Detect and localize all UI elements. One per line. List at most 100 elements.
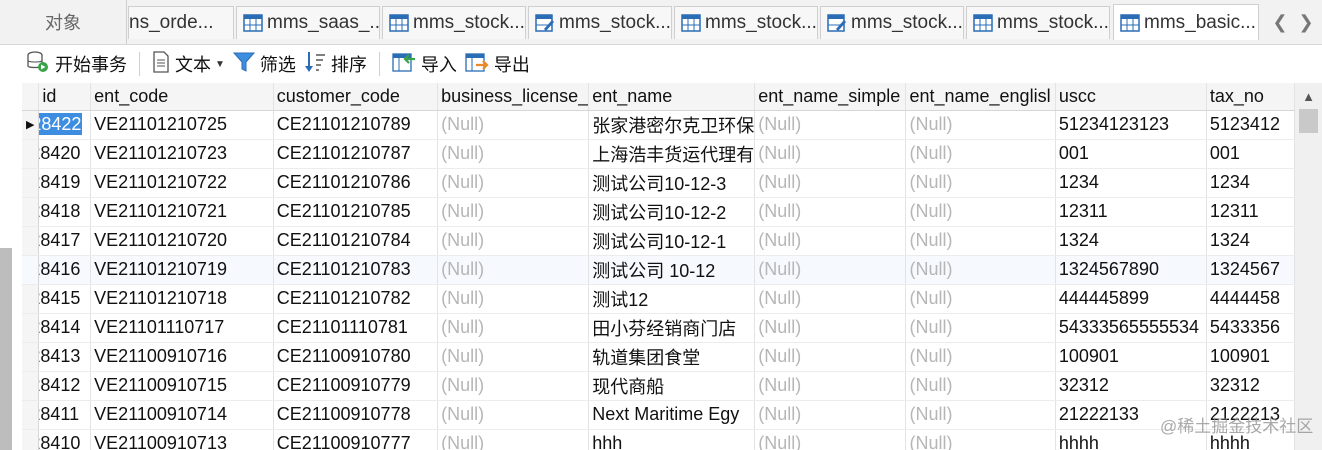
export-button[interactable]: 导出	[461, 49, 534, 79]
cell-customer-code[interactable]: CE21100910780	[273, 342, 439, 372]
cell-uscc[interactable]: 1234	[1055, 168, 1207, 198]
cell-ent-name[interactable]: Next Maritime Egy	[588, 400, 756, 430]
row-indicator[interactable]	[22, 139, 40, 169]
cell-ent-name[interactable]: 现代商船	[588, 371, 756, 401]
cell-customer-code[interactable]: CE21100910778	[273, 400, 439, 430]
row-indicator[interactable]	[22, 197, 40, 227]
cell-ent-name-simple[interactable]: (Null)	[754, 168, 907, 198]
column-header-tax-no[interactable]: tax_no	[1206, 83, 1295, 111]
cell-id[interactable]: 28412	[38, 371, 92, 401]
table-row[interactable]: 28420VE21101210723CE21101210787(Null)上海浩…	[22, 139, 1295, 169]
cell-tax-no[interactable]: 001	[1206, 139, 1295, 169]
cell-id[interactable]: 28416	[38, 255, 92, 285]
row-indicator[interactable]	[22, 313, 40, 343]
cell-ent-code[interactable]: VE21101210722	[90, 168, 274, 198]
scroll-up-button[interactable]: ▲	[1295, 85, 1322, 107]
column-header-ent-name-english[interactable]: ent_name_englisl	[905, 83, 1056, 111]
cell-ent-code[interactable]: VE21100910716	[90, 342, 274, 372]
table-row[interactable]: ▶28422VE21101210725CE21101210789(Null)张家…	[22, 110, 1295, 140]
cell-business-license[interactable]: (Null)	[437, 197, 590, 227]
cell-business-license[interactable]: (Null)	[437, 371, 590, 401]
cell-id[interactable]: 28419	[38, 168, 92, 198]
row-indicator[interactable]	[22, 371, 40, 401]
tab-scroll-left-button[interactable]: ❮	[1268, 6, 1292, 39]
cell-customer-code[interactable]: CE21101210789	[273, 110, 439, 140]
cell-business-license[interactable]: (Null)	[437, 429, 590, 450]
cell-ent-name[interactable]: 张家港密尔克卫环保	[588, 110, 756, 140]
import-button[interactable]: 导入	[388, 49, 461, 79]
cell-customer-code[interactable]: CE21101210785	[273, 197, 439, 227]
cell-customer-code[interactable]: CE21101210782	[273, 284, 439, 314]
cell-ent-name[interactable]: 测试12	[588, 284, 756, 314]
cell-uscc[interactable]: 444445899	[1055, 284, 1207, 314]
cell-ent-name-english[interactable]: (Null)	[905, 255, 1056, 285]
cell-tax-no[interactable]: 12311	[1206, 197, 1295, 227]
tab-mms-basic[interactable]: mms_basic...	[1113, 4, 1259, 40]
text-button[interactable]: 文本 ▼	[148, 49, 229, 79]
begin-transaction-button[interactable]: 开始事务	[22, 49, 131, 79]
cell-customer-code[interactable]: CE21101210784	[273, 226, 439, 256]
cell-business-license[interactable]: (Null)	[437, 400, 590, 430]
tab-objects[interactable]: 对象	[0, 0, 127, 44]
cell-business-license[interactable]: (Null)	[437, 284, 590, 314]
cell-ent-name-simple[interactable]: (Null)	[754, 255, 907, 285]
cell-ent-name-english[interactable]: (Null)	[905, 284, 1056, 314]
table-row[interactable]: 28412VE21100910715CE21100910779(Null)现代商…	[22, 371, 1295, 401]
cell-customer-code[interactable]: CE21100910777	[273, 429, 439, 450]
cell-id[interactable]: 28411	[38, 400, 92, 430]
table-row[interactable]: 28417VE21101210720CE21101210784(Null)测试公…	[22, 226, 1295, 256]
tab-mms-stock-2[interactable]: mms_stock...	[528, 6, 672, 39]
cell-uscc[interactable]: 1324567890	[1055, 255, 1207, 285]
row-indicator[interactable]	[22, 342, 40, 372]
cell-ent-name-english[interactable]: (Null)	[905, 429, 1056, 450]
column-header-ent-name[interactable]: ent_name	[588, 83, 756, 111]
cell-ent-name[interactable]: 测试公司 10-12	[588, 255, 756, 285]
cell-ent-code[interactable]: VE21101210721	[90, 197, 274, 227]
row-indicator[interactable]	[22, 284, 40, 314]
cell-ent-name-english[interactable]: (Null)	[905, 371, 1056, 401]
cell-ent-name-simple[interactable]: (Null)	[754, 139, 907, 169]
cell-id[interactable]: 28417	[38, 226, 92, 256]
column-header-ent-name-simple[interactable]: ent_name_simple	[754, 83, 907, 111]
column-header-customer-code[interactable]: customer_code	[273, 83, 439, 111]
cell-ent-name-simple[interactable]: (Null)	[754, 429, 907, 450]
cell-business-license[interactable]: (Null)	[437, 342, 590, 372]
cell-ent-name[interactable]: 测试公司10-12-2	[588, 197, 756, 227]
sort-button[interactable]: 排序	[300, 49, 371, 79]
cell-ent-name[interactable]: 测试公司10-12-1	[588, 226, 756, 256]
cell-ent-name-english[interactable]: (Null)	[905, 168, 1056, 198]
row-indicator[interactable]	[22, 226, 40, 256]
cell-tax-no[interactable]: 4444458	[1206, 284, 1295, 314]
row-indicator[interactable]	[22, 168, 40, 198]
cell-tax-no[interactable]: 32312	[1206, 371, 1295, 401]
table-row[interactable]: 28419VE21101210722CE21101210786(Null)测试公…	[22, 168, 1295, 198]
cell-uscc[interactable]: 51234123123	[1055, 110, 1207, 140]
cell-ent-name[interactable]: 测试公司10-12-3	[588, 168, 756, 198]
cell-business-license[interactable]: (Null)	[437, 168, 590, 198]
table-row[interactable]: 28411VE21100910714CE21100910778(Null)Nex…	[22, 400, 1295, 430]
cell-uscc[interactable]: 100901	[1055, 342, 1207, 372]
row-indicator[interactable]	[22, 429, 40, 450]
cell-ent-code[interactable]: VE21101110717	[90, 313, 274, 343]
cell-id[interactable]: 28420	[38, 139, 92, 169]
cell-id[interactable]: 28418	[38, 197, 92, 227]
table-row[interactable]: 28416VE21101210719CE21101210783(Null)测试公…	[22, 255, 1295, 285]
table-row[interactable]: 28413VE21100910716CE21100910780(Null)轨道集…	[22, 342, 1295, 372]
cell-business-license[interactable]: (Null)	[437, 110, 590, 140]
row-indicator[interactable]	[22, 400, 40, 430]
cell-tax-no[interactable]: 5433356	[1206, 313, 1295, 343]
cell-ent-name-english[interactable]: (Null)	[905, 313, 1056, 343]
cell-ent-name-simple[interactable]: (Null)	[754, 284, 907, 314]
cell-ent-name[interactable]: hhh	[588, 429, 756, 450]
tab-mms-stock-5[interactable]: mms_stock...	[966, 6, 1110, 39]
cell-ent-name-simple[interactable]: (Null)	[754, 313, 907, 343]
cell-ent-name-english[interactable]: (Null)	[905, 110, 1056, 140]
cell-customer-code[interactable]: CE21101210783	[273, 255, 439, 285]
cell-ent-name-simple[interactable]: (Null)	[754, 400, 907, 430]
cell-ent-name-simple[interactable]: (Null)	[754, 342, 907, 372]
cell-uscc[interactable]: 1324	[1055, 226, 1207, 256]
cell-ent-code[interactable]: VE21101210718	[90, 284, 274, 314]
cell-customer-code[interactable]: CE21100910779	[273, 371, 439, 401]
cell-ent-code[interactable]: VE21101210719	[90, 255, 274, 285]
tab-mms-stock-3[interactable]: mms_stock...	[674, 6, 818, 39]
